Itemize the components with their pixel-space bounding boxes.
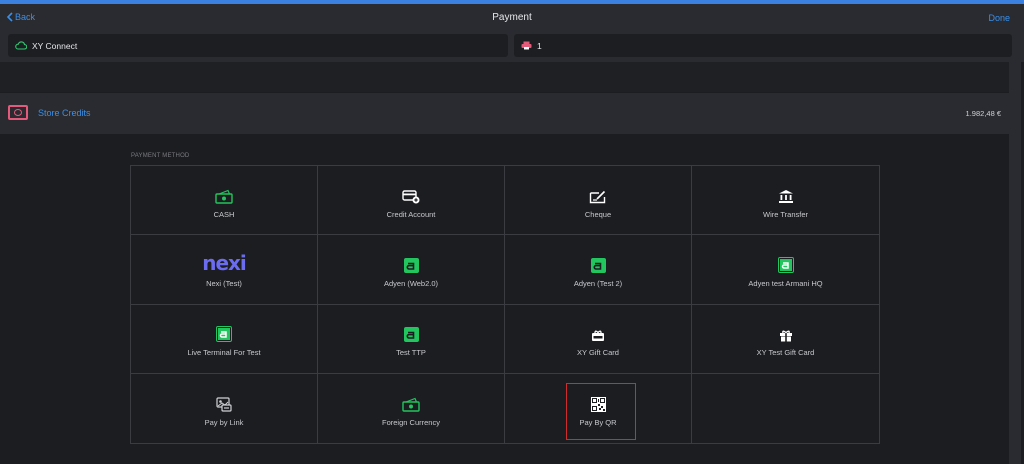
payment-method-adyen-web2[interactable]: Adyen (Web2.0) <box>318 235 505 305</box>
payment-method-wire-transfer[interactable]: Wire Transfer <box>692 166 879 236</box>
done-button[interactable]: Done <box>988 13 1010 23</box>
payment-method-label: Cheque <box>584 209 612 219</box>
payment-method-test-ttp[interactable]: Test TTP <box>318 304 505 374</box>
connection-label: XY Connect <box>32 40 78 51</box>
nexi-logo: nexi <box>202 250 247 275</box>
payment-method-label: Test TTP <box>396 348 426 358</box>
payment-method-nexi-test[interactable]: nexi Nexi (Test) <box>131 235 318 305</box>
credit-account-icon <box>402 182 420 204</box>
adyen-icon <box>403 251 419 273</box>
cloud-icon <box>15 41 27 50</box>
store-credits-label: Store Credits <box>38 108 91 118</box>
payment-method-label: Adyen (Web2.0) <box>383 278 439 288</box>
payment-method-xy-gift-card[interactable]: XY Gift Card <box>505 304 692 374</box>
payment-method-grid: CASH Credit Account Cheque Wire Transfer… <box>130 165 880 444</box>
store-credits-amount: 1.982,48 € <box>965 109 1001 118</box>
page-title: Payment <box>492 12 532 23</box>
adyen-icon <box>216 320 232 343</box>
foreign-currency-icon <box>402 390 420 412</box>
adyen-icon <box>590 251 606 273</box>
payment-method-xy-test-gift-card[interactable]: XY Test Gift Card <box>692 305 879 374</box>
payment-method-label: Pay By QR <box>579 417 617 427</box>
nexi-logo-text: nexi <box>202 250 247 275</box>
payment-method-cheque[interactable]: Cheque <box>505 166 692 236</box>
payment-method-label: XY Test Gift Card <box>756 348 815 358</box>
payment-method-label: Nexi (Test) <box>206 278 242 288</box>
payment-method-live-terminal[interactable]: Live Terminal For Test <box>131 304 318 374</box>
payment-method-label: Credit Account <box>386 209 436 219</box>
printer-field[interactable]: 1 <box>514 34 1012 57</box>
adyen-icon <box>403 320 419 343</box>
payment-method-credit-account[interactable]: Credit Account <box>318 166 505 236</box>
status-bar: XY Connect 1 <box>0 32 1024 62</box>
printer-icon <box>521 41 532 50</box>
payment-method-heading: PAYMENT METHOD <box>131 153 190 159</box>
cash-icon <box>215 182 233 204</box>
payment-method-label: Adyen test Armani HQ <box>748 278 823 288</box>
payment-method-label: XY Gift Card <box>577 348 619 358</box>
printer-label: 1 <box>537 40 542 51</box>
cheque-icon <box>589 182 607 204</box>
spacer-band <box>0 62 1009 92</box>
payment-method-pay-by-link[interactable]: Pay by Link <box>131 373 318 443</box>
wallet-icon <box>8 105 28 120</box>
payment-method-pay-by-qr[interactable]: Pay By QR <box>505 373 692 443</box>
gift-card-icon <box>591 320 605 342</box>
pay-link-icon <box>216 390 232 412</box>
payment-method-label: Pay by Link <box>204 417 244 427</box>
header-bar: Back Payment Done <box>0 4 1024 32</box>
payment-method-adyen-armani-hq[interactable]: Adyen test Armani HQ <box>692 235 879 305</box>
payment-method-label: Foreign Currency <box>382 417 440 427</box>
payment-method-label: Adyen (Test 2) <box>573 278 623 288</box>
bank-icon <box>778 182 794 204</box>
store-credits-row[interactable]: Store Credits 1.982,48 € <box>0 93 1009 134</box>
qr-code-icon <box>590 390 606 412</box>
gift-icon <box>779 320 793 342</box>
connection-field[interactable]: XY Connect <box>8 34 508 57</box>
scrollbar[interactable] <box>1009 62 1021 464</box>
payment-method-label: Live Terminal For Test <box>187 348 261 358</box>
payment-method-label: Wire Transfer <box>762 209 808 219</box>
payment-method-adyen-test-2[interactable]: Adyen (Test 2) <box>505 235 692 305</box>
empty-cell <box>692 374 879 443</box>
payment-method-cash[interactable]: CASH <box>131 166 318 236</box>
payment-method-label: CASH <box>213 209 235 219</box>
payment-method-foreign-currency[interactable]: Foreign Currency <box>318 373 505 443</box>
adyen-icon <box>777 251 794 273</box>
